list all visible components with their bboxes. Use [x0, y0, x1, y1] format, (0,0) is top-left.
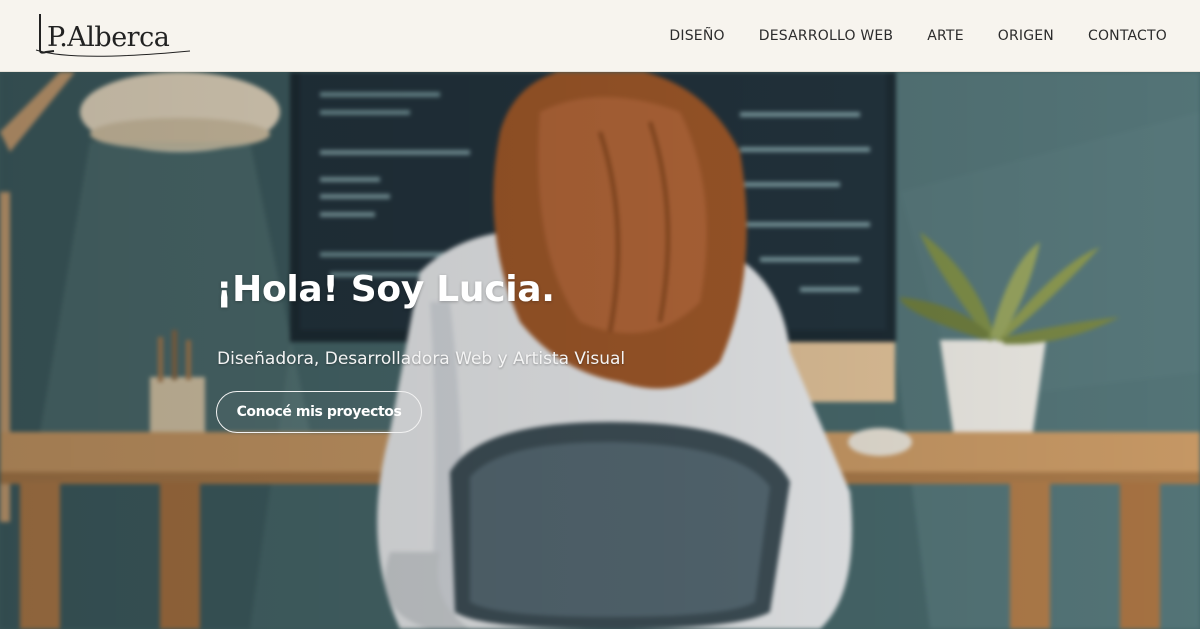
view-projects-button[interactable]: Conocé mis proyectos — [216, 391, 422, 433]
nav-item-contacto[interactable]: CONTACTO — [1088, 28, 1167, 44]
brand-logo[interactable]: P.Alberca — [34, 10, 194, 62]
logo-wordmark: P.Alberca — [35, 14, 191, 57]
nav-item-desarrollo-web[interactable]: DESARROLLO WEB — [759, 28, 894, 44]
nav-item-origen[interactable]: ORIGEN — [998, 28, 1054, 44]
hero-title: ¡Hola! Soy Lucia. — [216, 269, 555, 310]
svg-text:P.Alberca: P.Alberca — [47, 22, 170, 53]
hero-section: ¡Hola! Soy Lucia. Diseñadora, Desarrolla… — [0, 72, 1200, 629]
nav-item-diseno[interactable]: DISEÑO — [669, 28, 724, 44]
main-nav: DISEÑO DESARROLLO WEB ARTE ORIGEN CONTAC… — [635, 0, 1167, 72]
site-header: P.Alberca DISEÑO DESARROLLO WEB ARTE ORI… — [0, 0, 1200, 72]
view-projects-label: Conocé mis proyectos — [236, 404, 402, 420]
hero-subtitle: Diseñadora, Desarrolladora Web y Artista… — [217, 349, 626, 369]
nav-item-arte[interactable]: ARTE — [927, 28, 963, 44]
